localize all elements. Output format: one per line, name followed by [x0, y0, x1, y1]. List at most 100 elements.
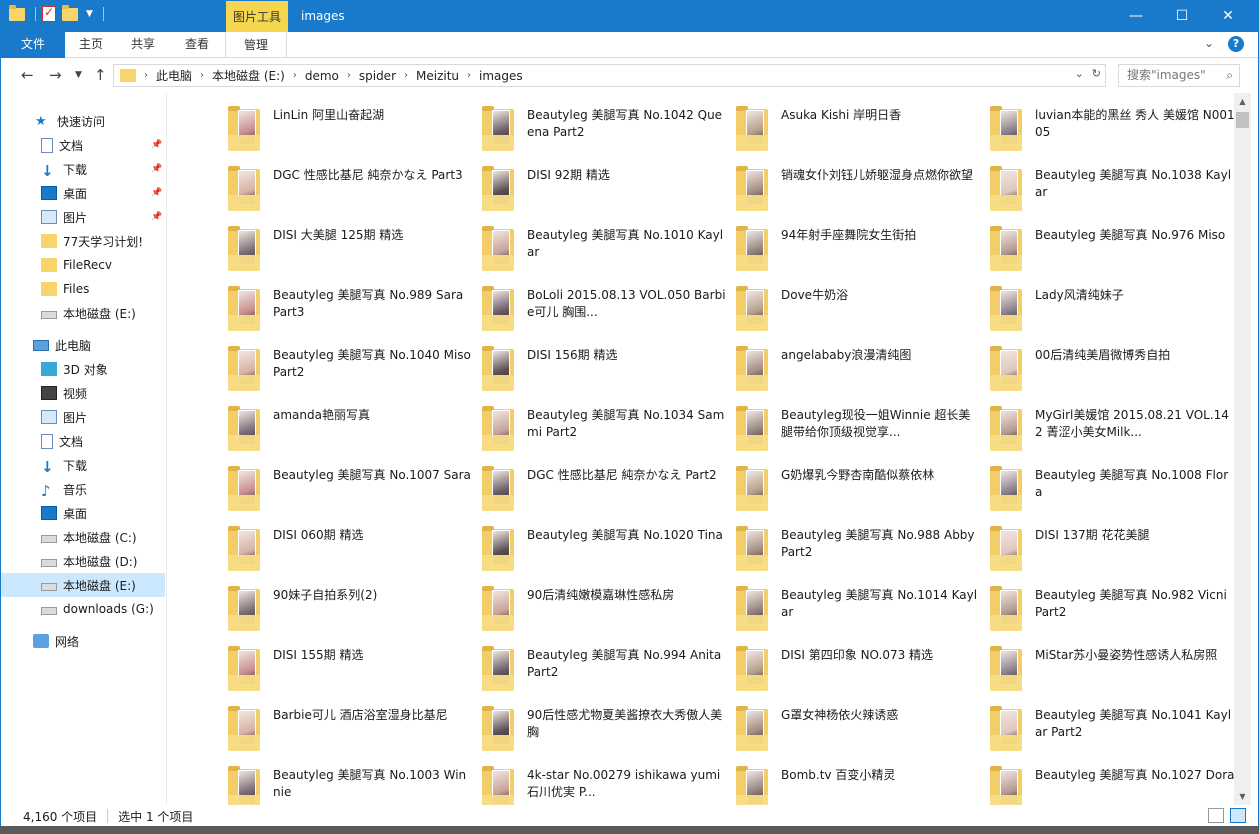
- folder-item[interactable]: 90妹子自拍系列(2): [228, 583, 482, 639]
- breadcrumb-this-pc[interactable]: 此电脑: [156, 67, 192, 84]
- folder-item[interactable]: 00后清纯美眉微博秀自拍: [990, 343, 1234, 399]
- sidebar-item-pc-2[interactable]: 图片: [1, 405, 165, 429]
- folder-item[interactable]: Dove牛奶浴: [736, 283, 990, 339]
- sidebar-item-quick-7[interactable]: 本地磁盘 (E:): [1, 301, 165, 325]
- new-folder-icon[interactable]: [62, 4, 78, 21]
- tiles-view-icon[interactable]: [1230, 808, 1246, 823]
- help-icon[interactable]: ?: [1228, 36, 1244, 52]
- folder-item[interactable]: 销魂女仆刘钰儿娇躯湿身点燃你欲望: [736, 163, 990, 219]
- sidebar-item-quick-4[interactable]: 77天学习计划!: [1, 229, 165, 253]
- folder-item[interactable]: Beautyleg 美腿写真 No.1003 Winnie: [228, 763, 482, 805]
- folder-item[interactable]: DISI 156期 精选: [482, 343, 736, 399]
- sidebar-item-quick-2[interactable]: 桌面 📌: [1, 181, 165, 205]
- folder-item[interactable]: DISI 137期 花花美腿: [990, 523, 1234, 579]
- folder-item[interactable]: DISI 060期 精选: [228, 523, 482, 579]
- folder-item[interactable]: LinLin 阿里山奋起湖: [228, 103, 482, 159]
- sidebar-item-pc-4[interactable]: ↓ 下载: [1, 453, 165, 477]
- expand-ribbon-icon[interactable]: ⌄: [1204, 36, 1214, 52]
- folder-item[interactable]: Beautyleg 美腿写真 No.988 Abby Part2: [736, 523, 990, 579]
- sidebar-item-pc-9[interactable]: 本地磁盘 (E:): [1, 573, 165, 597]
- picture-tools-context-tab[interactable]: 图片工具: [226, 1, 288, 32]
- folder-item[interactable]: Beautyleg 美腿写真 No.982 Vicni Part2: [990, 583, 1234, 639]
- sidebar-item-quick-5[interactable]: FileRecv: [1, 253, 165, 277]
- folder-icon[interactable]: [9, 4, 25, 21]
- folder-item[interactable]: 4k-star No.00279 ishikawa yumi 石川优実 P...: [482, 763, 736, 805]
- folder-item[interactable]: DISI 第四印象 NO.073 精选: [736, 643, 990, 699]
- chevron-down-icon[interactable]: ⌄: [1075, 67, 1084, 80]
- sidebar-item-pc-10[interactable]: downloads (G:): [1, 597, 165, 621]
- folder-item[interactable]: MyGirl美媛馆 2015.08.21 VOL.142 菁涩小美女Milk..…: [990, 403, 1234, 459]
- breadcrumb-meizitu[interactable]: Meizitu: [416, 69, 459, 83]
- refresh-icon[interactable]: ↻: [1092, 67, 1101, 80]
- breadcrumb-drive-e[interactable]: 本地磁盘 (E:): [212, 67, 285, 84]
- folder-item[interactable]: DGC 性感比基尼 純奈かなえ Part2: [482, 463, 736, 519]
- properties-icon[interactable]: [42, 5, 56, 22]
- pin-icon[interactable]: 📌: [151, 212, 162, 222]
- sidebar-quick-access[interactable]: ★ 快速访问: [1, 109, 165, 133]
- customize-toolbar-icon[interactable]: ▼: [86, 9, 93, 19]
- breadcrumb-images[interactable]: images: [479, 69, 523, 83]
- up-arrow-icon[interactable]: ↑: [94, 66, 107, 84]
- folder-item[interactable]: DISI 大美腿 125期 精选: [228, 223, 482, 279]
- sidebar-this-pc[interactable]: 此电脑: [1, 333, 165, 357]
- address-bar[interactable]: › 此电脑 › 本地磁盘 (E:) › demo › spider › Meiz…: [113, 64, 1106, 87]
- folder-item[interactable]: Beautyleg 美腿写真 No.1040 Miso Part2: [228, 343, 482, 399]
- folder-item[interactable]: Bomb.tv 百变小精灵: [736, 763, 990, 805]
- folder-item[interactable]: luvian本能的黑丝 秀人 美媛馆 N00105: [990, 103, 1234, 159]
- folder-item[interactable]: Lady风清纯妹子: [990, 283, 1234, 339]
- folder-item[interactable]: DISI 155期 精选: [228, 643, 482, 699]
- folder-item[interactable]: Beautyleg 美腿写真 No.1010 Kaylar: [482, 223, 736, 279]
- folder-item[interactable]: Beautyleg 美腿写真 No.976 Miso: [990, 223, 1234, 279]
- folder-item[interactable]: Beautyleg 美腿写真 No.1041 Kaylar Part2: [990, 703, 1234, 759]
- folder-item[interactable]: DGC 性感比基尼 純奈かなえ Part3: [228, 163, 482, 219]
- pin-icon[interactable]: 📌: [151, 188, 162, 198]
- sidebar-item-pc-7[interactable]: 本地磁盘 (C:): [1, 525, 165, 549]
- scroll-down-icon[interactable]: ▼: [1234, 788, 1251, 805]
- folder-item[interactable]: Beautyleg 美腿写真 No.1014 Kaylar: [736, 583, 990, 639]
- sidebar-item-pc-5[interactable]: ♪ 音乐: [1, 477, 165, 501]
- folder-item[interactable]: DISI 92期 精选: [482, 163, 736, 219]
- scrollbar-thumb[interactable]: [1236, 112, 1249, 128]
- tab-share[interactable]: 共享: [117, 32, 169, 58]
- sidebar-item-quick-3[interactable]: 图片 📌: [1, 205, 165, 229]
- pin-icon[interactable]: 📌: [151, 164, 162, 174]
- folder-item[interactable]: Beautyleg现役一姐Winnie 超长美腿带给你顶级视觉享...: [736, 403, 990, 459]
- folder-item[interactable]: G罩女神杨依火辣诱惑: [736, 703, 990, 759]
- folder-item[interactable]: Beautyleg 美腿写真 No.1042 Queena Part2: [482, 103, 736, 159]
- sidebar-item-pc-6[interactable]: 桌面: [1, 501, 165, 525]
- chevron-right-icon[interactable]: ›: [293, 70, 297, 81]
- folder-item[interactable]: Beautyleg 美腿写真 No.989 Sara Part3: [228, 283, 482, 339]
- search-icon[interactable]: ⌕: [1226, 65, 1233, 86]
- chevron-right-icon[interactable]: ›: [347, 70, 351, 81]
- sidebar-item-pc-8[interactable]: 本地磁盘 (D:): [1, 549, 165, 573]
- vertical-scrollbar[interactable]: ▲ ▼: [1234, 93, 1251, 805]
- folder-item[interactable]: Beautyleg 美腿写真 No.1008 Flora: [990, 463, 1234, 519]
- folder-item[interactable]: angelababy浪漫清纯图: [736, 343, 990, 399]
- chevron-right-icon[interactable]: ›: [467, 70, 471, 81]
- folder-item[interactable]: Beautyleg 美腿写真 No.1034 Sammi Part2: [482, 403, 736, 459]
- sidebar-item-pc-0[interactable]: 3D 对象: [1, 357, 165, 381]
- pin-icon[interactable]: 📌: [151, 140, 162, 150]
- folder-item[interactable]: amanda艳丽写真: [228, 403, 482, 459]
- tab-home[interactable]: 主页: [65, 32, 117, 58]
- chevron-right-icon[interactable]: ›: [144, 70, 148, 81]
- folder-item[interactable]: Barbie可儿 酒店浴室湿身比基尼: [228, 703, 482, 759]
- recent-locations-icon[interactable]: ▼: [75, 70, 82, 80]
- folder-item[interactable]: 90后清纯嫩模嘉琳性感私房: [482, 583, 736, 639]
- sidebar-item-quick-1[interactable]: ↓ 下载 📌: [1, 157, 165, 181]
- folder-item[interactable]: 94年射手座舞院女生街拍: [736, 223, 990, 279]
- chevron-right-icon[interactable]: ›: [200, 70, 204, 81]
- folder-item[interactable]: MiStar苏小曼姿势性感诱人私房照: [990, 643, 1234, 699]
- folder-item[interactable]: Beautyleg 美腿写真 No.1027 Dora: [990, 763, 1234, 805]
- folder-item[interactable]: Asuka Kishi 岸明日香: [736, 103, 990, 159]
- sidebar-item-quick-6[interactable]: Files: [1, 277, 165, 301]
- breadcrumb-demo[interactable]: demo: [305, 69, 339, 83]
- back-arrow-icon[interactable]: ←: [21, 66, 34, 84]
- scroll-up-icon[interactable]: ▲: [1234, 93, 1251, 110]
- folder-item[interactable]: Beautyleg 美腿写真 No.1007 Sara: [228, 463, 482, 519]
- minimize-button[interactable]: —: [1113, 1, 1159, 32]
- folder-item[interactable]: Beautyleg 美腿写真 No.1038 Kaylar: [990, 163, 1234, 219]
- sidebar-item-pc-1[interactable]: 视频: [1, 381, 165, 405]
- folder-item[interactable]: 90后性感尤物夏美酱撩衣大秀傲人美胸: [482, 703, 736, 759]
- tab-manage[interactable]: 管理: [225, 32, 287, 58]
